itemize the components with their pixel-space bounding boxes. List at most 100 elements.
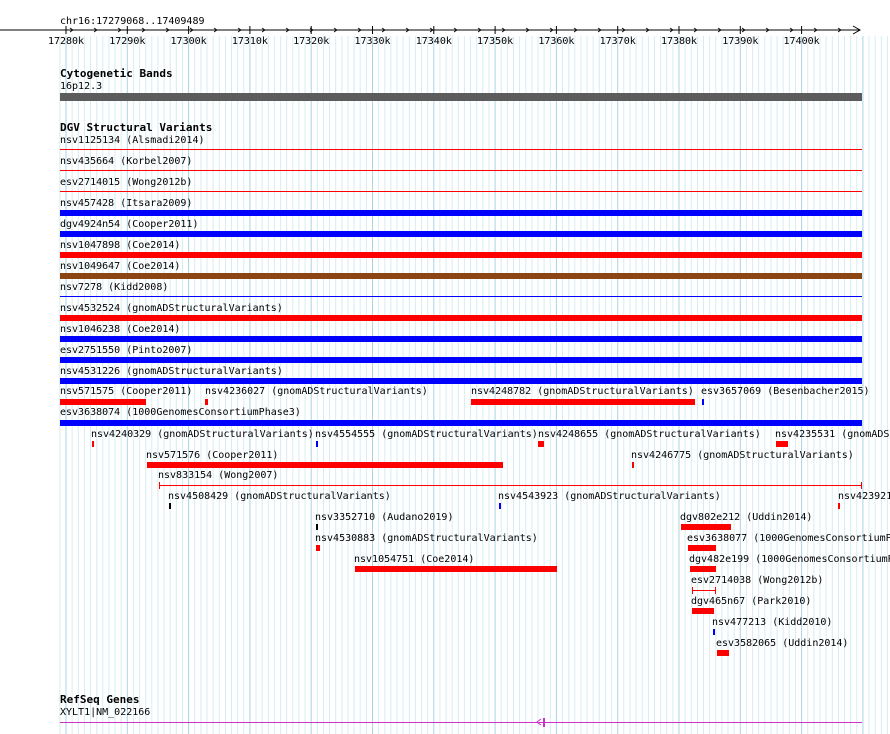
variant-label[interactable]: dgv4924n54 (Cooper2011) xyxy=(60,219,198,230)
variant-feature-bar[interactable] xyxy=(169,503,171,509)
variant-label[interactable]: esv2714038 (Wong2012b) xyxy=(691,575,823,586)
variant-feature-bar[interactable] xyxy=(60,149,862,150)
variant-feature-bar[interactable] xyxy=(60,378,862,384)
variant-feature-bar[interactable] xyxy=(538,441,544,447)
variant-feature-bar[interactable] xyxy=(838,503,840,509)
variant-label[interactable]: esv2751550 (Pinto2007) xyxy=(60,345,192,356)
variant-feature-bar[interactable] xyxy=(316,545,320,551)
ruler-tick-label: 17350k xyxy=(477,36,514,47)
variant-label[interactable]: esv3638077 (1000GenomesConsortiumP xyxy=(687,533,890,544)
variant-end-tick xyxy=(861,482,862,489)
ruler-tick-label: 17340k xyxy=(415,36,452,47)
ruler-tick-label: 17330k xyxy=(354,36,391,47)
variant-label[interactable]: esv2714015 (Wong2012b) xyxy=(60,177,192,188)
variant-label[interactable]: nsv4248782 (gnomADStructuralVariants) xyxy=(471,386,694,397)
variant-feature-bar[interactable] xyxy=(471,399,695,405)
variant-label[interactable]: dgv465n67 (Park2010) xyxy=(691,596,811,607)
variant-feature-bar[interactable] xyxy=(60,252,862,258)
variant-feature-bar[interactable] xyxy=(690,566,716,572)
variant-label[interactable]: nsv4532524 (gnomADStructuralVariants) xyxy=(60,303,283,314)
ruler-tick-label: 17390k xyxy=(722,36,759,47)
variant-feature-bar[interactable] xyxy=(60,273,862,279)
variant-feature-bar[interactable] xyxy=(60,210,862,216)
variant-end-tick xyxy=(159,482,160,489)
variant-feature-bar[interactable] xyxy=(147,462,503,468)
variant-label[interactable]: nsv7278 (Kidd2008) xyxy=(60,282,168,293)
variant-feature-bar[interactable] xyxy=(60,315,862,321)
variant-feature-bar[interactable] xyxy=(159,485,862,486)
variant-label[interactable]: nsv1125134 (Alsmadi2014) xyxy=(60,135,205,146)
variant-label[interactable]: nsv4246775 (gnomADStructuralVariants) xyxy=(631,450,854,461)
ruler-tick-label: 17310k xyxy=(231,36,268,47)
variant-label[interactable]: nsv1047898 (Coe2014) xyxy=(60,240,180,251)
variant-feature-bar[interactable] xyxy=(92,441,94,447)
ruler-tick-label: 17370k xyxy=(599,36,636,47)
variant-feature-bar[interactable] xyxy=(60,357,862,363)
variant-label[interactable]: nsv3352710 (Audano2019) xyxy=(315,512,453,523)
variant-label[interactable]: esv3582065 (Uddin2014) xyxy=(716,638,848,649)
variant-feature-bar[interactable] xyxy=(632,462,634,468)
variant-feature-bar[interactable] xyxy=(60,336,862,342)
variant-end-tick xyxy=(692,587,693,594)
variant-label[interactable]: nsv833154 (Wong2007) xyxy=(158,470,278,481)
variant-label[interactable]: nsv4530883 (gnomADStructuralVariants) xyxy=(315,533,538,544)
variant-label[interactable]: nsv571576 (Cooper2011) xyxy=(146,450,278,461)
variant-feature-bar[interactable] xyxy=(60,399,146,405)
variant-feature-bar[interactable] xyxy=(60,296,862,297)
ruler-tick-label: 17360k xyxy=(538,36,575,47)
ruler-tick-label: 17290k xyxy=(109,36,146,47)
variant-label[interactable]: nsv4240329 (gnomADStructuralVariants) xyxy=(91,429,314,440)
variant-label[interactable]: nsv4543923 (gnomADStructuralVariants) xyxy=(498,491,721,502)
cytoband-16p12-3[interactable] xyxy=(60,93,862,101)
variant-feature-bar[interactable] xyxy=(316,524,318,530)
variant-label[interactable]: nsv4235531 (gnomADS xyxy=(775,429,889,440)
variant-feature-bar[interactable] xyxy=(60,191,862,192)
variant-label[interactable]: nsv1054751 (Coe2014) xyxy=(354,554,474,565)
variant-feature-bar[interactable] xyxy=(688,545,716,551)
variant-label[interactable]: nsv1046238 (Coe2014) xyxy=(60,324,180,335)
variant-feature-bar[interactable] xyxy=(713,629,715,635)
gene-intron-line[interactable] xyxy=(60,722,862,723)
track-title-cytogenetic-bands: Cytogenetic Bands xyxy=(60,67,173,80)
variant-feature-bar[interactable] xyxy=(692,590,716,591)
variant-label[interactable]: nsv4531226 (gnomADStructuralVariants) xyxy=(60,366,283,377)
variant-label[interactable]: nsv1049647 (Coe2014) xyxy=(60,261,180,272)
ruler-tick-label: 17300k xyxy=(170,36,207,47)
variant-feature-bar[interactable] xyxy=(776,441,788,447)
variant-feature-bar[interactable] xyxy=(60,420,862,426)
variant-feature-bar[interactable] xyxy=(60,170,862,171)
variant-feature-bar[interactable] xyxy=(205,399,208,405)
variant-feature-bar[interactable] xyxy=(717,650,729,656)
variant-label[interactable]: nsv4508429 (gnomADStructuralVariants) xyxy=(168,491,391,502)
variant-feature-bar[interactable] xyxy=(316,441,318,447)
ruler-tick-label: 17280k xyxy=(47,36,85,47)
variant-feature-bar[interactable] xyxy=(681,524,731,530)
variant-feature-bar[interactable] xyxy=(499,503,501,509)
variant-feature-bar[interactable] xyxy=(692,608,714,614)
ruler-tick-label: 17400k xyxy=(783,36,820,47)
variant-label[interactable]: nsv457428 (Itsara2009) xyxy=(60,198,192,209)
track-title-dgv-structural-variants: DGV Structural Variants xyxy=(60,121,213,134)
variant-label[interactable]: nsv435664 (Korbel2007) xyxy=(60,156,192,167)
variant-label[interactable]: esv3638074 (1000GenomesConsortiumPhase3) xyxy=(60,407,301,418)
variant-label[interactable]: dgv802e212 (Uddin2014) xyxy=(680,512,812,523)
variant-label[interactable]: nsv423921 xyxy=(838,491,890,502)
variant-label[interactable]: nsv4248655 (gnomADStructuralVariants) xyxy=(538,429,761,440)
variant-feature-bar[interactable] xyxy=(60,231,862,237)
track-title-refseq-genes: RefSeq Genes xyxy=(60,693,140,706)
variant-feature-bar[interactable] xyxy=(355,566,557,572)
variant-label[interactable]: nsv571575 (Cooper2011) xyxy=(60,386,192,397)
genome-browser-view[interactable]: chr16:17279068..17409489 17280k 17290k 1730… xyxy=(0,0,890,734)
variant-label[interactable]: nsv477213 (Kidd2010) xyxy=(712,617,832,628)
gene-exon[interactable] xyxy=(543,718,545,727)
variant-label[interactable]: nsv4554555 (gnomADStructuralVariants) xyxy=(315,429,538,440)
variant-end-tick xyxy=(715,587,716,594)
ruler-location-label: chr16:17279068..17409489 xyxy=(60,16,205,27)
variant-feature-bar[interactable] xyxy=(702,399,704,405)
ruler-tick-label: 17320k xyxy=(293,36,330,47)
gene-label[interactable]: XYLT1|NM_022166 xyxy=(60,707,150,718)
variant-label[interactable]: nsv4236027 (gnomADStructuralVariants) xyxy=(205,386,428,397)
variant-label[interactable]: esv3657069 (Besenbacher2015) xyxy=(701,386,870,397)
ruler-tick-label: 17380k xyxy=(660,36,698,47)
variant-label[interactable]: dgv482e199 (1000GenomesConsortiumPi xyxy=(689,554,890,565)
